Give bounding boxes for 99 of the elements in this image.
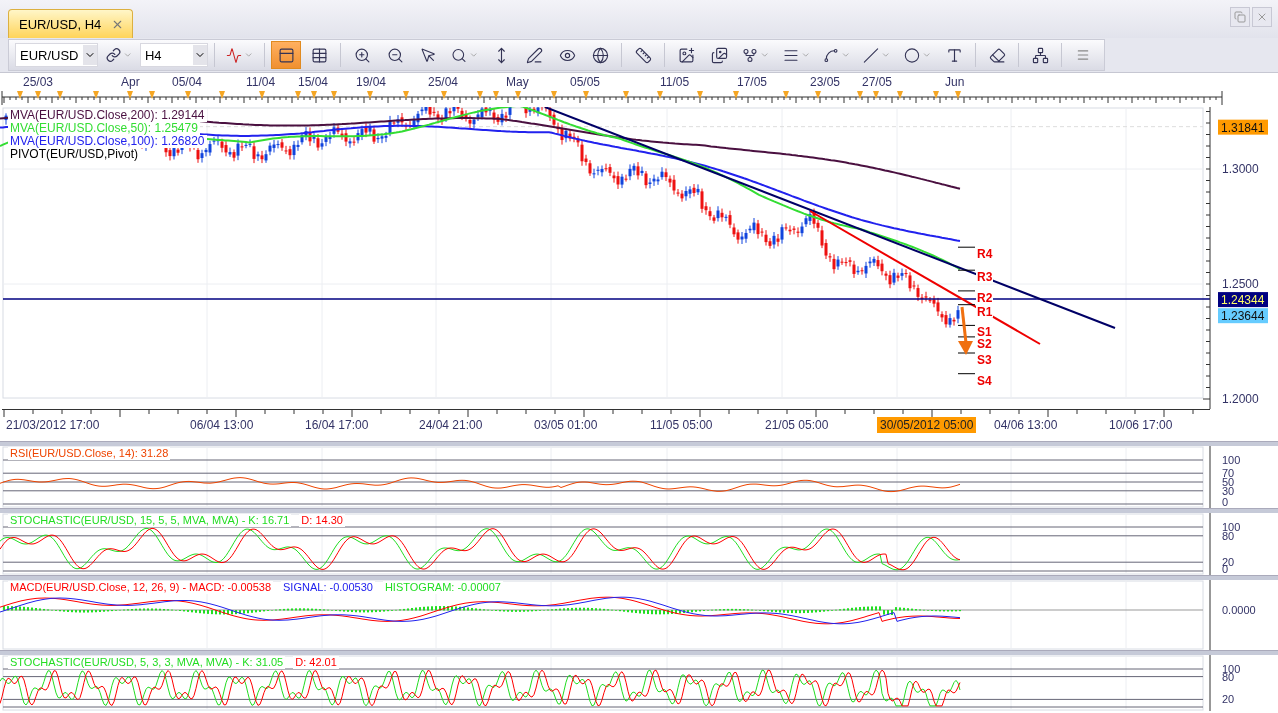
indicator-legend: STOCHASTIC(EUR/USD, 5, 3, 3, MVA, MVA) - K: 31.05 xyxy=(8,656,286,669)
pivot-line xyxy=(957,324,976,326)
time-label: 24/04 21:00 xyxy=(418,417,484,433)
caret-icon xyxy=(469,50,479,60)
hierarchy-icon xyxy=(1031,46,1049,64)
indicator-legend: STOCHASTIC(EUR/USD, 15, 5, 5, MVA, MVA) - K: 16.71 xyxy=(8,514,292,527)
axis-label: 0 xyxy=(1222,496,1229,508)
study-legend: MVA(EUR/USD.Close,50): 1.25479 xyxy=(8,122,200,135)
date-label: 15/04 xyxy=(298,75,329,89)
toggle-button[interactable] xyxy=(271,41,302,69)
arrow[interactable] xyxy=(958,306,973,355)
pivot-line xyxy=(957,304,976,306)
date-label: 05/05 xyxy=(570,75,601,89)
pivot-line xyxy=(957,246,976,248)
date-label: 23/05 xyxy=(810,75,841,89)
pen-icon xyxy=(525,46,543,64)
indicator-legend: D: 14.30 xyxy=(299,514,345,527)
link-icon xyxy=(105,47,121,63)
chart-icon xyxy=(225,46,242,64)
pivot-line xyxy=(957,336,976,338)
caret-icon xyxy=(841,50,851,60)
date-label: 11/05 xyxy=(660,75,690,89)
pivot-line xyxy=(957,373,976,375)
axis-label: 20 xyxy=(1222,693,1235,706)
line-icon xyxy=(863,46,880,64)
trend-line[interactable] xyxy=(544,107,1116,329)
time-label: 11/05 05:00 xyxy=(649,417,714,433)
time-label: 10/06 17:00 xyxy=(1108,417,1174,433)
pivot-label: R2 xyxy=(976,290,993,305)
caret-icon xyxy=(122,50,132,60)
date-label: 19/04 xyxy=(356,75,387,89)
price-label: 1.24344 xyxy=(1218,292,1268,308)
zoom-in-icon xyxy=(353,46,371,64)
fork-icon xyxy=(742,46,759,64)
panel-icon xyxy=(277,46,295,64)
study-legend: MVA(EUR/USD.Close,100): 1.26820 xyxy=(8,135,207,148)
caret-icon xyxy=(881,50,891,60)
add-image-icon xyxy=(677,46,695,64)
axis-label: 100 xyxy=(1222,454,1241,466)
time-label: 06/04 13:00 xyxy=(189,417,255,433)
pivot-label: R3 xyxy=(976,270,993,285)
ruler-icon xyxy=(634,46,652,64)
axis-label: 0.0000 xyxy=(1222,604,1256,616)
price-label: 1.31841 xyxy=(1218,119,1268,135)
time-label: 03/05 01:00 xyxy=(533,417,599,433)
price-tick-label: 1.3000 xyxy=(1222,162,1259,176)
time-label: 30/05/2012 05:00 xyxy=(877,417,977,433)
date-label: Jun xyxy=(945,75,965,89)
ellipse-icon xyxy=(903,46,920,64)
time-label: 21/05 05:00 xyxy=(764,417,830,433)
curve-icon xyxy=(823,46,840,64)
caret-icon xyxy=(760,50,770,60)
pointer-icon xyxy=(419,46,437,64)
caret-icon xyxy=(800,50,811,60)
pivot-line xyxy=(957,352,976,354)
date-label: 17/05 xyxy=(737,75,768,89)
date-label: May xyxy=(506,75,529,89)
date-label: 25/03 xyxy=(23,75,54,89)
eraser-icon xyxy=(988,46,1006,64)
date-label: Apr xyxy=(121,75,140,89)
pivot-label: R1 xyxy=(976,304,993,319)
indicator-legend: RSI(EUR/USD.Close, 14): 31.28 xyxy=(8,447,171,460)
time-label: 16/04 17:00 xyxy=(304,417,370,433)
menu-icon xyxy=(1075,48,1090,62)
caret-icon xyxy=(921,50,932,60)
price-label: 1.23644 xyxy=(1218,308,1268,324)
symbol-dropdown[interactable]: EUR/USD xyxy=(15,43,98,67)
price-tick-label: 1.2000 xyxy=(1222,392,1259,406)
date-label: 25/04 xyxy=(428,75,459,89)
caret-icon xyxy=(243,50,254,60)
pivot-label: S1 xyxy=(976,325,993,340)
time-label: 04/06 13:00 xyxy=(993,417,1059,433)
globe-icon xyxy=(591,46,609,64)
close-icon xyxy=(1256,11,1268,23)
indicator-legend: SIGNAL: -0.00530 xyxy=(281,581,375,594)
zoom-out-icon xyxy=(386,46,404,64)
restore-icon xyxy=(1234,11,1246,23)
pivot-line xyxy=(957,290,976,292)
pivot-line xyxy=(957,269,976,271)
magnifier-icon xyxy=(451,46,468,64)
date-label: 05/04 xyxy=(172,75,203,89)
images-icon xyxy=(710,46,728,64)
date-label: 27/05 xyxy=(862,75,893,89)
indicator-legend: MACD(EUR/USD.Close, 12, 26, 9) - MACD: -0.00538 xyxy=(8,581,274,594)
time-label: 21/03/2012 17:00 xyxy=(5,417,101,433)
pivot-label: S3 xyxy=(976,353,993,367)
chart-tab[interactable]: EUR/USD, H4 xyxy=(8,9,134,38)
indicator-legend: D: 42.01 xyxy=(293,656,339,669)
pivot-label: S4 xyxy=(976,373,993,388)
pivot-label: R4 xyxy=(976,247,993,262)
study-legend: MVA(EUR/USD.Close,200): 1.29144 xyxy=(8,109,207,122)
indicator-legend: HISTOGRAM: -0.00007 xyxy=(382,581,503,594)
panel-icon xyxy=(310,46,328,64)
date-label: 11/04 xyxy=(246,75,276,89)
study-legend: PIVOT(EUR/USD,Pivot) xyxy=(8,148,140,161)
text-icon xyxy=(945,46,963,64)
axis-label: 100 xyxy=(1222,521,1241,533)
price-tick-label: 1.2500 xyxy=(1222,277,1259,291)
timeframe-dropdown[interactable]: H4 xyxy=(139,43,208,67)
